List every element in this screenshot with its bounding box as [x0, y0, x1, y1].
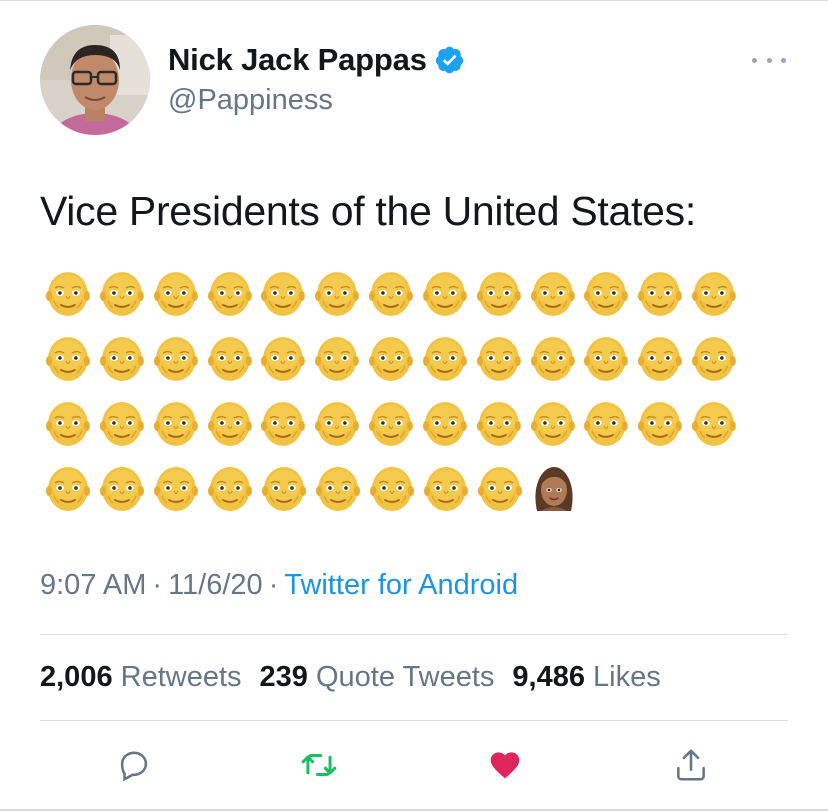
older-man-emoji-icon [422, 402, 467, 446]
share-icon [677, 749, 705, 781]
older-man-emoji-icon [422, 337, 467, 381]
older-man-emoji-icon [315, 402, 360, 446]
more-options-icon[interactable] [752, 52, 786, 68]
older-man-emoji-icon [584, 337, 629, 381]
older-man-emoji-icon [638, 272, 683, 316]
older-man-emoji-icon [99, 402, 144, 446]
older-man-emoji-icon [208, 467, 252, 511]
older-man-emoji-icon [638, 337, 683, 381]
tweet-source-link[interactable]: Twitter for Android [284, 569, 518, 601]
older-man-emoji-icon [370, 467, 414, 511]
retweets-stat[interactable]: 2,006 Retweets [40, 661, 242, 693]
top-border [0, 0, 828, 1]
author-handle[interactable]: @Pappiness [168, 84, 333, 117]
older-man-emoji-icon [154, 467, 198, 511]
meta-separator: · [152, 569, 163, 601]
heart-icon [490, 752, 520, 780]
older-man-emoji-icon [476, 402, 521, 446]
older-man-emoji-icon [99, 337, 144, 381]
reply-button[interactable] [114, 745, 154, 785]
tweet-meta: 9:07 AM · 11/6/20 · Twitter for Android [40, 569, 518, 602]
older-man-emoji-icon [99, 272, 144, 316]
older-man-emoji-icon [476, 337, 521, 381]
older-man-emoji-icon [692, 272, 736, 316]
older-man-emoji-icon [692, 337, 736, 381]
older-man-emoji-icon [530, 402, 575, 446]
retweet-button[interactable] [299, 745, 339, 785]
older-man-emoji-icon [45, 272, 90, 316]
likes-stat[interactable]: 9,486 Likes [512, 661, 660, 693]
retweets-count: 2,006 [40, 661, 113, 693]
older-man-emoji-icon [207, 337, 252, 381]
older-man-emoji-icon [315, 272, 360, 316]
older-man-emoji-icon [153, 272, 198, 316]
older-man-emoji-icon [207, 402, 252, 446]
older-man-emoji-icon [207, 272, 252, 316]
tweet-time[interactable]: 9:07 AM [40, 569, 146, 601]
meta-separator: · [268, 569, 279, 601]
older-man-emoji-icon [261, 337, 306, 381]
older-man-emoji-icon [369, 402, 413, 446]
avatar[interactable] [40, 25, 150, 135]
older-man-emoji-icon [422, 272, 467, 316]
emoji-row [45, 333, 745, 383]
older-man-emoji-icon [45, 337, 90, 381]
older-man-emoji-icon [530, 337, 575, 381]
older-man-emoji-icon [478, 467, 522, 511]
tweet-date[interactable]: 11/6/20 [168, 569, 263, 601]
older-man-emoji-icon [45, 402, 90, 446]
retweet-icon [301, 753, 337, 777]
retweets-label: Retweets [120, 661, 242, 693]
older-man-emoji-icon [46, 467, 90, 511]
older-man-emoji-icon [530, 272, 575, 316]
older-man-emoji-icon [638, 402, 683, 446]
divider [40, 634, 788, 635]
tweet-emoji-grid [45, 268, 745, 528]
likes-count: 9,486 [512, 661, 585, 693]
divider [40, 720, 788, 721]
like-button[interactable] [485, 745, 525, 785]
emoji-row [45, 398, 745, 448]
emoji-row [45, 463, 745, 513]
reply-icon [120, 751, 148, 782]
older-man-emoji-icon [261, 402, 306, 446]
older-man-emoji-icon [153, 402, 198, 446]
tweet-text: Vice Presidents of the United States: [40, 188, 696, 234]
older-man-emoji-icon [584, 402, 629, 446]
more-dot [752, 57, 757, 63]
verified-badge-icon [435, 46, 463, 74]
older-man-emoji-icon [261, 272, 306, 316]
older-man-emoji-icon [692, 402, 736, 446]
older-man-emoji-icon [315, 337, 360, 381]
likes-label: Likes [593, 661, 661, 693]
share-button[interactable] [671, 745, 711, 785]
older-man-emoji-icon [153, 337, 198, 381]
older-man-emoji-icon [424, 467, 468, 511]
author-display-name[interactable]: Nick Jack Pappas [168, 42, 427, 78]
older-man-emoji-icon [584, 272, 629, 316]
tweet-stats: 2,006 Retweets 239 Quote Tweets 9,486 Like… [40, 661, 679, 694]
older-man-emoji-icon [262, 467, 306, 511]
emoji-row [45, 268, 745, 318]
older-man-emoji-icon [316, 467, 360, 511]
author-name-row[interactable]: Nick Jack Pappas [168, 42, 465, 78]
older-man-emoji-icon [476, 272, 521, 316]
more-dot [781, 57, 786, 63]
quote-tweets-count: 239 [259, 661, 308, 693]
quote-tweets-label: Quote Tweets [315, 661, 495, 693]
older-man-emoji-icon [369, 337, 413, 381]
older-man-emoji-icon [100, 467, 144, 511]
quote-tweets-stat[interactable]: 239 Quote Tweets [260, 661, 495, 693]
avatar-photo [40, 25, 150, 135]
more-dot [766, 57, 772, 63]
older-man-emoji-icon [369, 272, 413, 316]
woman-emoji-icon [535, 467, 573, 511]
